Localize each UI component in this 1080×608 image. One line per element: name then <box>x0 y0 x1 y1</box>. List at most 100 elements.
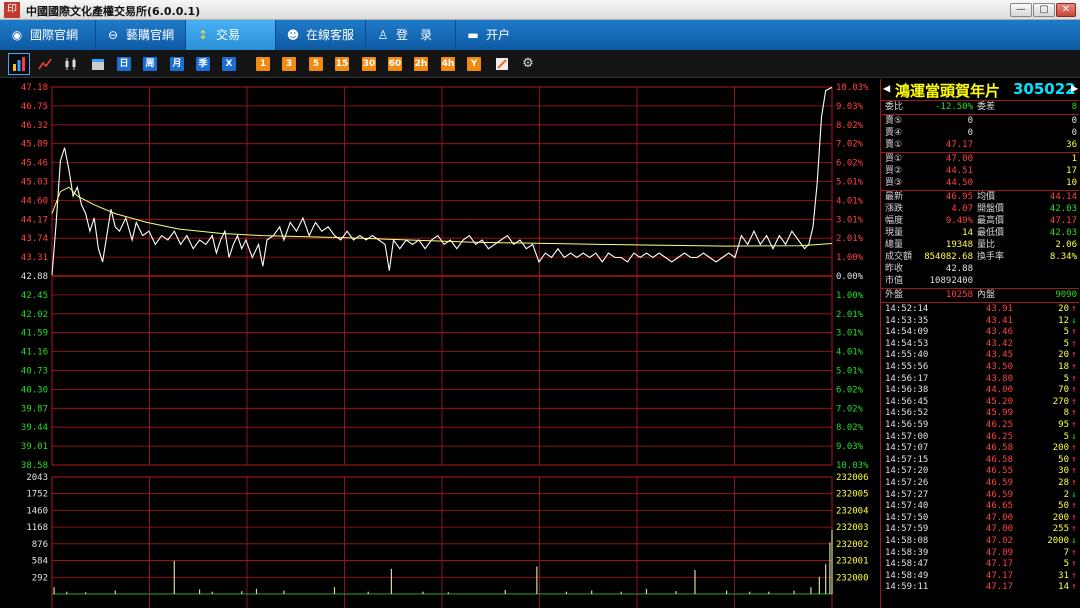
period-day-button[interactable]: 日 <box>117 57 131 71</box>
stat-row: 漲跌 4.07 開盤價 42.03 <box>881 203 1079 215</box>
min-5-button[interactable]: 5 <box>309 57 323 71</box>
tick-volume: 50 <box>1058 501 1069 512</box>
tick-row: 14:57:40 46.65 50 ↑ <box>881 501 1079 512</box>
settings-gear-icon[interactable]: ⚙ <box>521 57 535 71</box>
oi-tick-label: 232000 <box>836 573 869 583</box>
volume: 10 <box>1066 178 1077 188</box>
tick-price: 47.02 <box>985 536 1013 546</box>
tick-row: 14:57:15 46.58 50 ↑ <box>881 455 1079 466</box>
tick-volume: 95 <box>1058 420 1069 430</box>
tick-price: 47.00 <box>985 512 1013 523</box>
price-tick-label: 41.59 <box>21 329 48 339</box>
tick-volume: 5 <box>1063 559 1069 570</box>
volume: 1 <box>1071 154 1077 164</box>
value: 8.34% <box>1049 252 1077 262</box>
candlestick-icon[interactable] <box>64 57 78 71</box>
tick-volume: 200 <box>1052 512 1069 523</box>
oi-tick-label: 232001 <box>836 557 869 567</box>
label: 漲跌 <box>885 204 904 214</box>
arrow-up-icon: ↑ <box>1071 408 1077 419</box>
period-week-button[interactable]: 周 <box>143 57 157 71</box>
pct-tick-label: 10.03% <box>836 83 869 93</box>
price: 44.51 <box>945 166 973 176</box>
price-tick-label: 44.17 <box>21 215 48 225</box>
value: 8 <box>1071 102 1077 112</box>
value: 46.95 <box>945 192 973 202</box>
tick-time: 14:58:39 <box>885 547 929 558</box>
bar-chart-icon[interactable] <box>8 53 30 75</box>
tick-price: 46.25 <box>985 420 1013 430</box>
volume-tick-label: 1752 <box>26 490 48 500</box>
hour-2-button[interactable]: 2h <box>414 57 428 71</box>
period-month-button[interactable]: 月 <box>170 57 184 71</box>
tick-volume: 2 <box>1063 489 1069 500</box>
hour-4-button[interactable]: 4h <box>441 57 455 71</box>
label: 外盤 <box>885 290 904 300</box>
maximize-button[interactable]: ▢ <box>1033 3 1055 17</box>
draw-tool-icon[interactable] <box>495 57 509 71</box>
tick-row: 14:58:08 47.02 2000 ↓ <box>881 536 1079 547</box>
volume: 36 <box>1066 140 1077 150</box>
minimize-button[interactable]: — <box>1010 3 1032 17</box>
close-button[interactable]: ✕ <box>1056 3 1076 17</box>
calendar-icon[interactable] <box>91 57 105 71</box>
tick-price: 46.59 <box>985 489 1013 500</box>
tick-time: 14:58:47 <box>885 559 929 570</box>
label: 量比 <box>977 240 996 250</box>
pct-tick-label: 6.02% <box>836 385 864 395</box>
line-chart-icon[interactable] <box>38 57 52 71</box>
stat-row: 成交額 854082.68 換手率 8.34% <box>881 251 1079 263</box>
tick-time: 14:53:35 <box>885 315 929 326</box>
value: 4.07 <box>951 204 973 214</box>
tick-time: 14:56:45 <box>885 396 929 407</box>
user-icon: ♙ <box>377 28 389 42</box>
min-60-button[interactable]: 60 <box>388 57 402 71</box>
tick-volume: 7 <box>1063 547 1069 558</box>
tick-row: 14:56:59 46.25 95 ↑ <box>881 420 1079 431</box>
nav-open-account[interactable]: ▬ 开户 <box>456 20 536 50</box>
intraday-chart[interactable]: 47.18 10.03% 46.75 9.03% 46.32 8.02% 45.89 7.02… <box>0 79 880 608</box>
nav-international-site[interactable]: ◉ 國際官網 <box>0 20 96 50</box>
nav-art-shop-site[interactable]: ⊖ 藝購官網 <box>96 20 186 50</box>
tick-row: 14:58:47 47.17 5 ↑ <box>881 559 1079 570</box>
tick-time: 14:56:59 <box>885 420 929 430</box>
min-1-button[interactable]: 1 <box>256 57 270 71</box>
volume-tick-label: 876 <box>32 540 48 550</box>
stat-row: 總量 19348 量比 2.06 <box>881 239 1079 251</box>
tick-time: 14:52:14 <box>885 304 929 314</box>
globe-icon: ◉ <box>11 28 23 42</box>
nav-label: 登 录 <box>396 28 433 42</box>
volume-tick-label: 2043 <box>26 473 48 483</box>
period-x-button[interactable]: X <box>222 57 236 71</box>
label: 換手率 <box>977 252 1005 262</box>
min-30-button[interactable]: 30 <box>362 57 376 71</box>
tick-price: 47.17 <box>985 582 1013 593</box>
arrow-up-icon: ↑ <box>1071 547 1077 558</box>
min-3-button[interactable]: 3 <box>282 57 296 71</box>
label: 最低價 <box>977 228 1005 238</box>
min-15-button[interactable]: 15 <box>335 57 349 71</box>
period-season-button[interactable]: 季 <box>196 57 210 71</box>
tick-row: 14:55:40 43.45 20 ↑ <box>881 350 1079 361</box>
pct-tick-label: 7.02% <box>836 404 864 414</box>
nav-online-service[interactable]: ☻ 在線客服 <box>276 20 366 50</box>
tick-time: 14:57:50 <box>885 512 929 523</box>
next-stock-icon[interactable]: ▶ <box>1071 81 1078 95</box>
pct-tick-label: 9.03% <box>836 102 864 112</box>
nav-login[interactable]: ♙ 登 录 <box>366 20 456 50</box>
tick-volume: 14 <box>1058 582 1069 593</box>
year-button[interactable]: Y <box>467 57 481 71</box>
tick-volume: 270 <box>1052 396 1069 407</box>
tick-price: 43.50 <box>985 362 1013 372</box>
prev-stock-icon[interactable]: ◀ <box>883 81 890 95</box>
price-tick-label: 38.58 <box>21 461 48 471</box>
nav-trade[interactable]: ↕ 交易 <box>186 20 276 50</box>
order-ratio-row: 委比 -12.50% 委差 8 <box>881 101 1079 113</box>
label: 買① <box>885 154 903 164</box>
arrow-up-icon: ↑ <box>1071 338 1077 349</box>
nav-label: 國際官網 <box>30 28 79 42</box>
pct-tick-label: 5.01% <box>836 178 864 188</box>
nav-label: 开户 <box>486 28 511 42</box>
price-tick-label: 40.30 <box>21 385 48 395</box>
value: 10892400 <box>929 276 973 286</box>
